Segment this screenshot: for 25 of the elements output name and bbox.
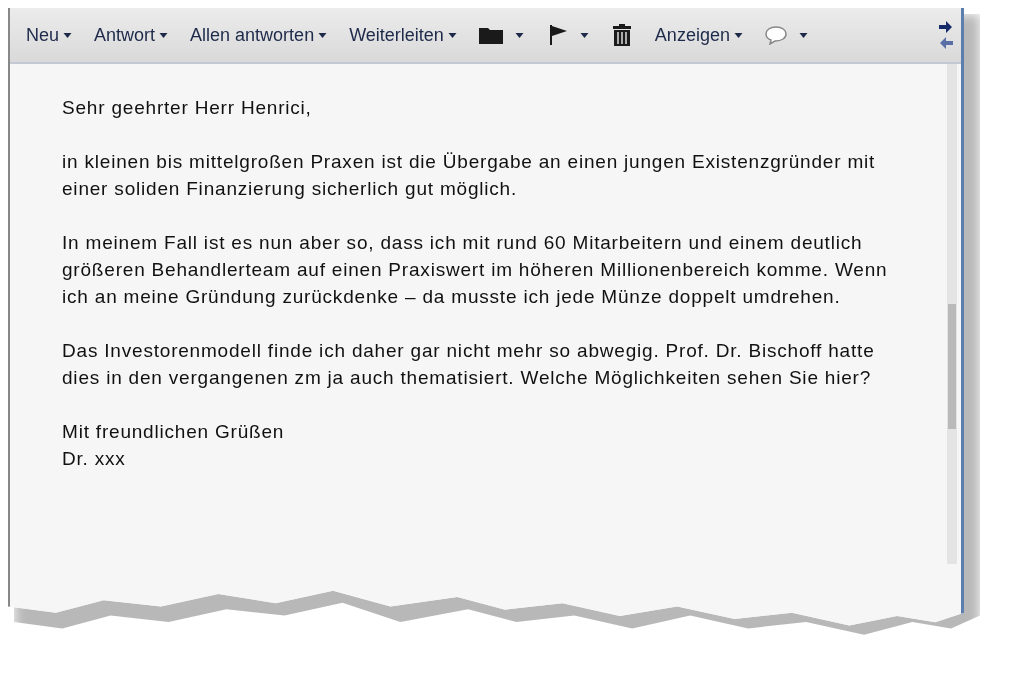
flag-icon (547, 25, 568, 45)
caret-icon (318, 32, 328, 38)
message-paragraph: Mit freundlichen Grüßen Dr. xxx (62, 420, 286, 471)
trash-icon (612, 24, 631, 46)
menu-button[interactable]: Antwort (92, 20, 171, 50)
menu-button[interactable]: Anzeigen (652, 20, 745, 50)
folder-icon (478, 26, 503, 44)
arrows-icon (939, 20, 953, 50)
menu-button[interactable]: Allen antworten (188, 20, 330, 50)
caret-icon (798, 32, 808, 38)
message-paragraph: Sehr geehrter Herr Henrici, (62, 96, 313, 120)
message-paragraph: In meinem Fall ist es nun aber so, dass ich mit rund 60 Mitarbeitern und einem deutlich größeren Behandlerteam auf einen Praxiswert im höheren Millionenbereich komme. Wenn ich an meine Gründung zurückdenke – da musste ich jede Münze doppelt umdrehen. (62, 231, 889, 309)
scrollbar[interactable] (947, 64, 957, 564)
caret-icon (733, 32, 743, 38)
menu-button[interactable]: Neu (24, 20, 75, 50)
caret-icon (514, 32, 524, 38)
menu-button[interactable]: Weiterleiten (347, 20, 459, 50)
scrollbar-thumb[interactable] (948, 304, 956, 429)
message-paragraph: in kleinen bis mittelgroßen Praxen ist die Übergabe an einen jungen Existenzgründer mit einer soliden Finanzierung sicherlich gut möglich. (62, 150, 877, 201)
caret-icon (159, 32, 169, 38)
message-paragraph: Das Investorenmodell finde ich daher gar nicht mehr so abwegig. Prof. Dr. Bischoff hatte dies in den vergangenen zm ja auch thematisiert. Welche Möglichkeiten sehen Sie hier? (62, 339, 876, 390)
caret-icon (579, 32, 589, 38)
speech-bubble-icon (764, 25, 787, 45)
caret-icon (63, 32, 73, 38)
caret-icon (447, 32, 457, 38)
